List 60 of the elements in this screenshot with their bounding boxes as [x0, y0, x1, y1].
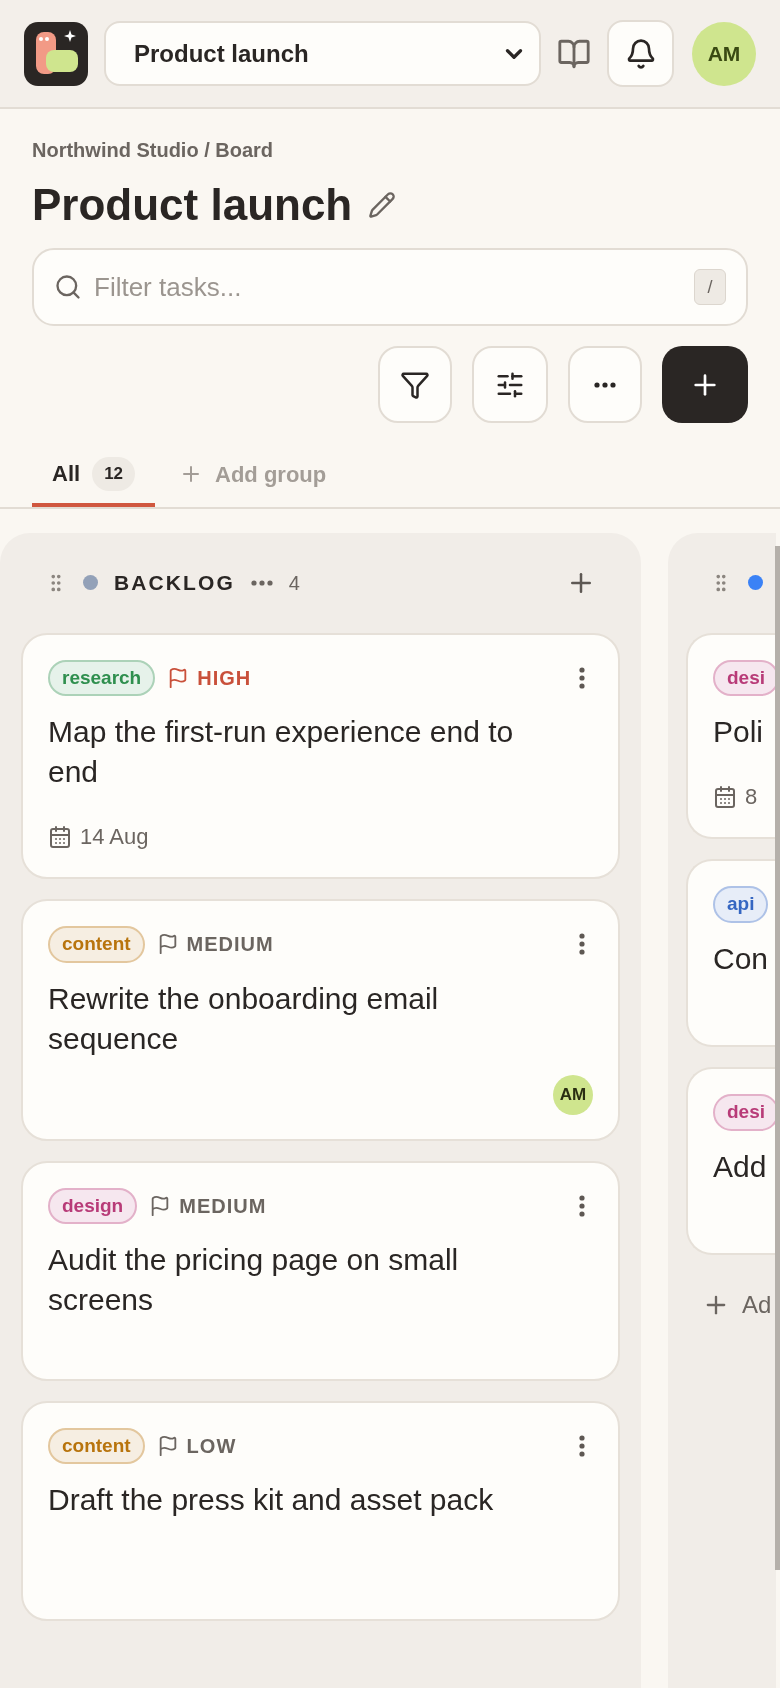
tab[interactable]: All 12 — [32, 457, 156, 507]
task-card[interactable]: desi Add — [686, 1067, 776, 1255]
task-card[interactable]: design MEDIUM Audit the pricing page on small screens — [21, 1160, 620, 1381]
task-card[interactable]: research HIGH Map the first-run experience end to end 14 Aug — [21, 632, 620, 879]
task-card[interactable]: api Con — [686, 859, 776, 1047]
task-card[interactable]: content LOW Draft the press kit and asset pack — [21, 1400, 620, 1621]
column-title: BACKLOG — [114, 569, 235, 596]
task-title: Audit the pricing page on small screens — [48, 1242, 460, 1318]
task-card[interactable]: desi Poli 8 — [686, 632, 776, 839]
kebab-icon — [579, 666, 585, 689]
tag-label: desi — [713, 659, 776, 696]
task-title: Con — [713, 940, 770, 977]
task-card[interactable]: content MEDIUM Rewrite the onboarding email sequence AM — [21, 899, 620, 1141]
more-icon — [250, 579, 273, 586]
due-date: 8 — [745, 783, 758, 811]
settings-button[interactable] — [472, 346, 548, 423]
task-title: Draft the press kit and asset pack — [48, 1482, 495, 1518]
tag-label: content — [48, 926, 145, 963]
priority-label: MEDIUM — [156, 929, 274, 960]
shortcut-key: / — [694, 269, 726, 305]
task-title: Rewrite the onboarding email sequence — [48, 980, 440, 1057]
tag-label: research — [48, 659, 156, 696]
kebab-icon — [579, 1434, 585, 1457]
priority-label: LOW — [156, 1430, 237, 1461]
app-logo — [24, 21, 88, 86]
project-select[interactable]: Product launch — [104, 21, 541, 86]
filter-button[interactable] — [378, 346, 452, 423]
tag-label: content — [48, 1427, 145, 1464]
card-menu-button[interactable] — [579, 666, 585, 689]
page-title: Product launch — [32, 179, 353, 231]
notifications-button[interactable] — [607, 20, 674, 87]
card-menu-button[interactable] — [579, 933, 585, 956]
user-avatar[interactable]: AM — [692, 21, 756, 86]
tab-count: 12 — [92, 457, 136, 491]
tag-label: api — [713, 886, 769, 923]
kebab-icon — [579, 1194, 585, 1217]
assignee-avatar: AM — [553, 1074, 593, 1115]
calendar-icon — [48, 824, 72, 849]
kebab-icon — [579, 933, 585, 956]
add-task-button[interactable] — [662, 346, 748, 423]
breadcrumb: Northwind Studio / Board — [32, 138, 275, 163]
edit-icon — [368, 190, 397, 219]
card-menu-button[interactable] — [579, 1434, 585, 1457]
tag-label: design — [48, 1187, 138, 1224]
column-count: 4 — [288, 570, 300, 596]
due-date: 14 Aug — [80, 823, 149, 851]
calendar-icon — [713, 784, 737, 809]
scrollbar[interactable] — [775, 546, 780, 1570]
card-menu-button[interactable] — [579, 1194, 585, 1217]
add-card-link[interactable]: Ad — [742, 1287, 772, 1323]
task-title: Map the first-run experience end to end — [48, 714, 515, 790]
more-icon — [592, 381, 618, 388]
search-input[interactable]: Filter tasks... — [94, 267, 682, 307]
tag-label: desi — [713, 1094, 776, 1131]
search-field[interactable]: Filter tasks... / — [32, 248, 748, 326]
search-icon — [54, 273, 82, 301]
priority-label: MEDIUM — [149, 1190, 267, 1221]
task-title: Poli — [713, 714, 765, 750]
priority-label: HIGH — [167, 662, 252, 693]
task-title: Add — [713, 1148, 768, 1185]
